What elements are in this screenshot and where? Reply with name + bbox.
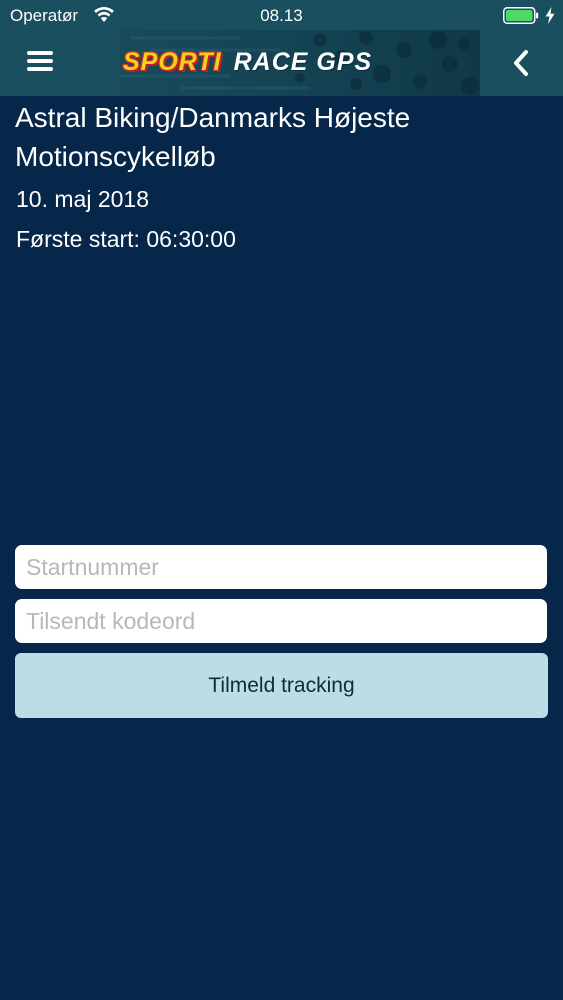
status-bar: Operatør 08.13 (0, 0, 563, 30)
status-time: 08.13 (260, 6, 303, 25)
code-word-input[interactable] (15, 599, 547, 643)
app-logo: SPORTI RACE GPS (123, 48, 453, 78)
register-tracking-button[interactable]: Tilmeld tracking (15, 653, 548, 718)
first-start-time: Første start: 06:30:00 (16, 226, 236, 252)
event-date: 10. maj 2018 (16, 186, 149, 212)
menu-button[interactable] (27, 50, 55, 76)
back-chevron-icon[interactable] (510, 47, 534, 79)
battery-icon (503, 7, 539, 24)
menu-icon (27, 51, 53, 55)
nav-bar: SPORTI RACE GPS (0, 30, 563, 96)
logo-brand: SPORTI (123, 48, 222, 76)
start-number-input[interactable] (15, 545, 547, 589)
logo-subtitle: RACE GPS (233, 48, 373, 76)
charging-bolt-icon (545, 7, 555, 24)
event-title: Astral Biking/Danmarks Højeste Motionscy… (15, 102, 411, 172)
